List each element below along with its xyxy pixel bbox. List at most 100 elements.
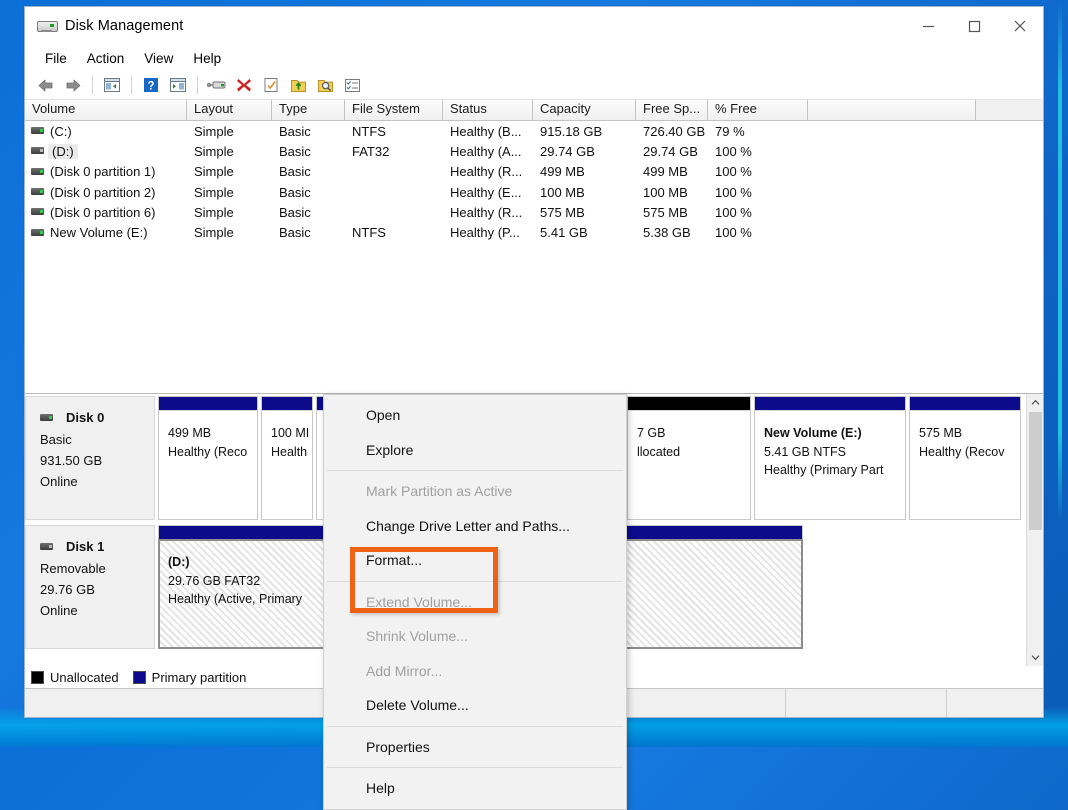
window-controls bbox=[905, 7, 1043, 45]
menu-item-explore[interactable]: Explore bbox=[324, 433, 626, 468]
column-header-free[interactable]: % Free bbox=[708, 100, 808, 120]
cell-status: Healthy (P... bbox=[450, 225, 520, 241]
menu-item-delete-volume[interactable]: Delete Volume... bbox=[324, 688, 626, 723]
partition-color-bar bbox=[158, 396, 258, 410]
cell-status: Healthy (A... bbox=[450, 143, 522, 159]
volume-list-body: (C:) Simple Basic NTFS Healthy (B... 915.18 G… bbox=[25, 121, 1043, 243]
disk-view-scrollbar[interactable] bbox=[1026, 394, 1043, 666]
cell-free-space: 29.74 GB bbox=[643, 143, 698, 159]
volume-label: (D:) bbox=[48, 143, 78, 159]
cell-percent-free: 100 % bbox=[715, 143, 752, 159]
partition-block[interactable]: 7 GB llocated bbox=[627, 396, 751, 520]
properties-icon[interactable] bbox=[258, 73, 284, 97]
partition-body[interactable]: 575 MB Healthy (Recov bbox=[909, 410, 1021, 520]
volume-context-menu: Open Explore Mark Partition as Active Chang… bbox=[323, 394, 627, 810]
disk-icon bbox=[40, 542, 53, 551]
help-icon[interactable]: ? bbox=[138, 73, 164, 97]
partition-body[interactable]: 7 GB llocated bbox=[627, 410, 751, 520]
cell-capacity: 915.18 GB bbox=[540, 123, 603, 139]
cell-type: Basic bbox=[279, 164, 311, 180]
cell-free-space: 726.40 GB bbox=[643, 123, 706, 139]
disk-management-icon bbox=[37, 18, 58, 34]
forward-arrow-icon[interactable] bbox=[60, 73, 86, 97]
find-icon[interactable] bbox=[312, 73, 338, 97]
export-list-icon[interactable] bbox=[285, 73, 311, 97]
disk-name: Disk 1 bbox=[40, 536, 154, 557]
status-segment-2 bbox=[786, 689, 947, 717]
partition-body[interactable]: New Volume (E:) 5.41 GB NTFS Healthy (Prim… bbox=[754, 410, 906, 520]
disk-name-label: Disk 0 bbox=[66, 410, 105, 425]
partition-size: 7 GB bbox=[637, 426, 666, 440]
partition-status: Health bbox=[271, 444, 308, 459]
legend-swatch bbox=[132, 670, 146, 684]
title-bar: Disk Management bbox=[25, 7, 1043, 45]
rescan-disks-icon[interactable] bbox=[204, 73, 230, 97]
cell-type: Basic bbox=[279, 225, 311, 241]
cell-layout: Simple bbox=[194, 143, 234, 159]
cell-capacity: 5.41 GB bbox=[540, 225, 588, 241]
menu-item-change-drive-letter-and-paths[interactable]: Change Drive Letter and Paths... bbox=[324, 509, 626, 544]
column-header-type[interactable]: Type bbox=[272, 100, 345, 120]
cell-free-space: 100 MB bbox=[643, 184, 688, 200]
column-header-layout[interactable]: Layout bbox=[187, 100, 272, 120]
scrollbar-thumb[interactable] bbox=[1028, 412, 1042, 530]
cell-capacity: 29.74 GB bbox=[540, 143, 595, 159]
column-header-blank[interactable] bbox=[808, 100, 976, 120]
menu-item-format[interactable]: Format... bbox=[324, 543, 626, 578]
table-row[interactable]: (Disk 0 partition 1) Simple Basic Healthy (… bbox=[25, 162, 1043, 182]
disk-info-panel[interactable]: Disk 0 Basic 931.50 GB Online bbox=[25, 396, 155, 520]
volume-label: (Disk 0 partition 6) bbox=[50, 204, 156, 220]
menu-bar: File Action View Help bbox=[25, 45, 1043, 71]
column-header-status[interactable]: Status bbox=[443, 100, 533, 120]
partition-block[interactable]: 575 MB Healthy (Recov bbox=[909, 396, 1021, 520]
cell-percent-free: 100 % bbox=[715, 164, 752, 180]
show-hide-console-tree-icon[interactable] bbox=[99, 73, 125, 97]
minimize-button[interactable] bbox=[905, 7, 951, 45]
volume-icon bbox=[31, 147, 44, 155]
back-arrow-icon[interactable] bbox=[33, 73, 59, 97]
partition-color-bar bbox=[627, 396, 751, 410]
table-row[interactable]: (D:) Simple Basic FAT32 Healthy (A... 29.74 G… bbox=[25, 141, 1043, 161]
cell-percent-free: 79 % bbox=[715, 123, 745, 139]
menu-help[interactable]: Help bbox=[183, 48, 231, 69]
close-button[interactable] bbox=[997, 7, 1043, 45]
table-row[interactable]: (Disk 0 partition 2) Simple Basic Healthy (… bbox=[25, 182, 1043, 202]
menu-file[interactable]: File bbox=[35, 48, 77, 69]
partition-body[interactable]: 499 MB Healthy (Reco bbox=[158, 410, 258, 520]
maximize-button[interactable] bbox=[951, 7, 997, 45]
cell-status: Healthy (R... bbox=[450, 164, 523, 180]
volume-icon bbox=[31, 167, 44, 176]
scroll-up-button[interactable] bbox=[1027, 394, 1043, 411]
column-header-volume[interactable]: Volume bbox=[25, 100, 187, 120]
partition-size: 499 MB bbox=[168, 426, 212, 440]
menu-view[interactable]: View bbox=[134, 48, 183, 69]
show-hide-action-pane-icon[interactable] bbox=[165, 73, 191, 97]
partition-block[interactable]: New Volume (E:) 5.41 GB NTFS Healthy (Prim… bbox=[754, 396, 906, 520]
details-icon[interactable] bbox=[339, 73, 365, 97]
menu-item-help[interactable]: Help bbox=[324, 771, 626, 806]
cell-free-space: 499 MB bbox=[643, 164, 688, 180]
table-row[interactable]: (Disk 0 partition 6) Simple Basic Healthy (… bbox=[25, 202, 1043, 222]
cell-layout: Simple bbox=[194, 184, 234, 200]
window-title: Disk Management bbox=[65, 18, 184, 34]
menu-action[interactable]: Action bbox=[77, 48, 135, 69]
menu-item-open[interactable]: Open bbox=[324, 398, 626, 433]
column-header-file-system[interactable]: File System bbox=[345, 100, 443, 120]
column-header-capacity[interactable]: Capacity bbox=[533, 100, 636, 120]
toolbar-separator bbox=[131, 76, 132, 94]
cell-percent-free: 100 % bbox=[715, 184, 752, 200]
volume-list: Volume Layout Type File System Status Capacit… bbox=[25, 100, 1043, 394]
partition-status: Healthy (Primary Part bbox=[764, 463, 884, 477]
delete-icon[interactable] bbox=[231, 73, 257, 97]
table-row[interactable]: (C:) Simple Basic NTFS Healthy (B... 915.18 G… bbox=[25, 121, 1043, 141]
partition-block[interactable]: 100 MI Health bbox=[261, 396, 313, 520]
table-row[interactable]: New Volume (E:) Simple Basic NTFS Healthy (P… bbox=[25, 222, 1043, 242]
menu-separator bbox=[327, 767, 623, 768]
column-header-free-sp[interactable]: Free Sp... bbox=[636, 100, 708, 120]
scroll-down-button[interactable] bbox=[1027, 649, 1043, 666]
disk-info-panel[interactable]: Disk 1 Removable 29.76 GB Online bbox=[25, 525, 155, 649]
cell-type: Basic bbox=[279, 123, 311, 139]
partition-block[interactable]: 499 MB Healthy (Reco bbox=[158, 396, 258, 520]
partition-body[interactable]: 100 MI Health bbox=[261, 410, 313, 520]
cell-layout: Simple bbox=[194, 164, 234, 180]
